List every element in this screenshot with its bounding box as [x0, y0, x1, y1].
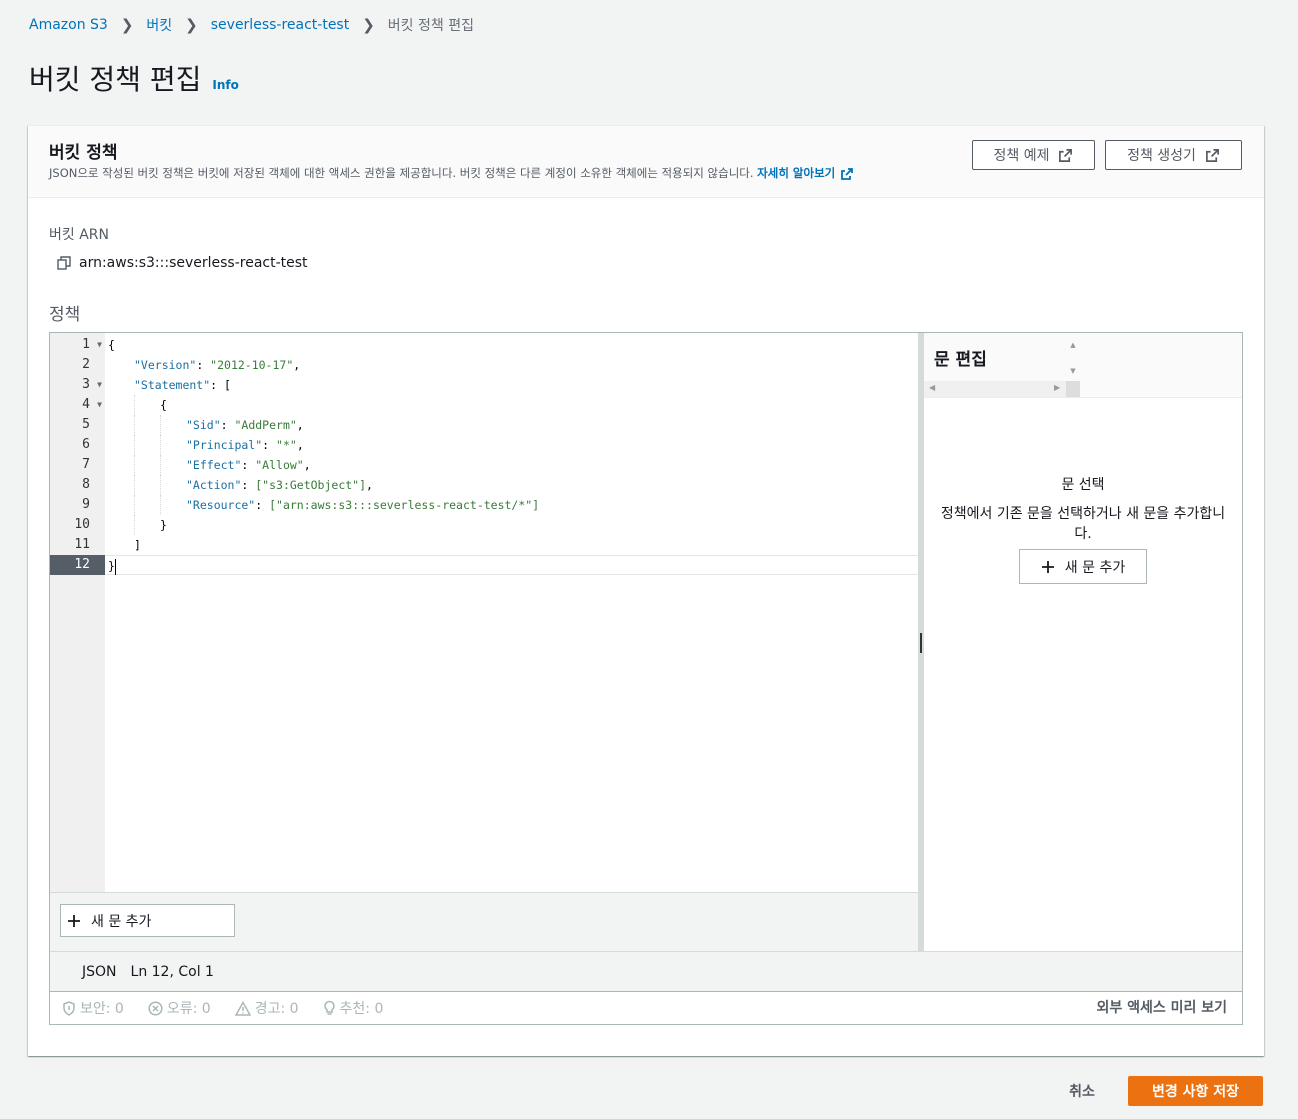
policy-editor: 1 ▼ 2 3 ▼ 4 ▼ 5 6 7 8 9 10 11 12 { "Version… [49, 332, 1243, 1025]
fold-arrow-icon: ▼ [97, 380, 102, 389]
line-number: 7 [82, 457, 90, 472]
line-number: 10 [74, 517, 90, 532]
save-changes-button[interactable]: 변경 사항 저장 [1128, 1076, 1263, 1106]
statement-editor-header: 문 편집 ▲ ▼ ◀ ▶ [924, 333, 1242, 398]
policy-generator-button[interactable]: 정책 생성기 [1105, 140, 1242, 170]
side-add-statement-button[interactable]: 새 문 추가 [1019, 549, 1147, 584]
code-line: { [105, 395, 918, 415]
bucket-policy-card: 버킷 정책 JSON으로 작성된 버킷 정책은 버킷에 저장된 객체에 대한 액… [28, 125, 1264, 1056]
code-line: "Statement": [ [134, 378, 231, 392]
bucket-arn: arn:aws:s3:::severless-react-test [57, 255, 308, 271]
policy-examples-button[interactable]: 정책 예제 [972, 140, 1095, 170]
code-line: "Version": "2012-10-17", [134, 358, 301, 372]
vertical-scrollbar[interactable]: ▲ ▼ [1066, 337, 1080, 381]
code-line: ] [134, 538, 141, 552]
card-header: 버킷 정책 JSON으로 작성된 버킷 정책은 버킷에 저장된 객체에 대한 액… [28, 126, 1264, 198]
line-number: 2 [82, 357, 90, 372]
breadcrumb-buckets[interactable]: 버킷 [146, 15, 172, 35]
breadcrumb: Amazon S3 ❯ 버킷 ❯ severless-react-test ❯ … [29, 14, 474, 36]
fold-arrow-icon: ▼ [97, 340, 102, 349]
select-statement-title: 문 선택 [1061, 477, 1105, 493]
page-title-text: 버킷 정책 편집 [29, 63, 202, 96]
warning-icon [234, 1000, 251, 1016]
card-title: 버킷 정책 [49, 143, 118, 163]
breadcrumb-current: 버킷 정책 편집 [387, 18, 474, 34]
editor-mode: JSON [82, 963, 117, 980]
copy-icon[interactable] [57, 256, 71, 270]
error-icon [148, 1000, 163, 1016]
select-statement-description: 정책에서 기존 문을 선택하거나 새 문을 추가합니다. [940, 506, 1226, 542]
line-number: 9 [82, 497, 90, 512]
lightbulb-icon [323, 1000, 335, 1015]
chevron-right-icon: ❯ [120, 16, 134, 34]
code-line: "Principal": "*", [105, 435, 918, 455]
external-link-icon [841, 167, 854, 180]
external-link-icon [1059, 148, 1073, 162]
scroll-right-icon: ▶ [1054, 383, 1061, 392]
breadcrumb-amazon-s3[interactable]: Amazon S3 [29, 17, 108, 33]
policy-checks: 보안: 0 오류: 0 경고: 0 추천: 0 [62, 998, 383, 1018]
code-line: "Action": ["s3:GetObject"], [105, 475, 918, 495]
cancel-button[interactable]: 취소 [1050, 1076, 1114, 1106]
learn-more-link[interactable]: 자세히 알아보기 [757, 166, 855, 180]
policy-checks-bar: 보안: 0 오류: 0 경고: 0 추천: 0 외부 액세스 미리 보기 [50, 991, 1242, 1024]
external-link-icon [1205, 148, 1219, 162]
shield-icon [63, 1000, 75, 1016]
scroll-up-icon: ▲ [1070, 341, 1076, 349]
text-cursor [114, 558, 116, 575]
code-line: "Resource": ["arn:aws:s3:::severless-rea… [105, 495, 918, 515]
code-line: { [108, 338, 115, 352]
code-line: "Sid": "AddPerm", [105, 415, 918, 435]
security-count[interactable]: 보안: 0 [62, 998, 124, 1018]
line-number: 5 [82, 417, 90, 432]
suggestion-count[interactable]: 추천: 0 [323, 998, 383, 1018]
code-line-active: } [105, 555, 918, 575]
horizontal-scrollbar[interactable]: ◀ ▶ [924, 381, 1080, 397]
breadcrumb-bucket[interactable]: severless-react-test [211, 17, 349, 33]
card-description-text: JSON으로 작성된 버킷 정책은 버킷에 저장된 객체에 대한 액세스 권한을… [49, 166, 754, 180]
preview-external-access-link[interactable]: 외부 액세스 미리 보기 [1096, 997, 1227, 1017]
splitter-handle[interactable] [920, 633, 922, 653]
line-number: 1 ▼ [50, 335, 105, 355]
chevron-right-icon: ❯ [185, 16, 198, 34]
plus-icon [1041, 560, 1054, 573]
code-editor-footer: 새 문 추가 [50, 892, 918, 951]
code-editor[interactable]: 1 ▼ 2 3 ▼ 4 ▼ 5 6 7 8 9 10 11 12 { "Version… [50, 333, 918, 892]
scroll-left-icon: ◀ [929, 383, 936, 392]
line-number: 3 ▼ [50, 375, 105, 395]
policy-label: 정책 [49, 305, 81, 325]
line-number: 11 [74, 537, 90, 552]
plus-icon [68, 914, 80, 927]
code-line: } [105, 515, 918, 535]
line-number: 8 [82, 477, 90, 492]
editor-status-bar: JSON Ln 12, Col 1 [50, 951, 1242, 991]
chevron-right-icon: ❯ [362, 16, 375, 34]
statement-editor-title: 문 편집 [934, 350, 987, 370]
bucket-arn-label: 버킷 ARN [49, 227, 109, 243]
add-statement-button[interactable]: 새 문 추가 [60, 904, 235, 937]
card-description: JSON으로 작성된 버킷 정책은 버킷에 저장된 객체에 대한 액세스 권한을… [49, 165, 855, 182]
page-title: 버킷 정책 편집 Info [29, 58, 239, 98]
line-number: 4 ▼ [50, 395, 105, 415]
cursor-position: Ln 12, Col 1 [130, 963, 214, 980]
bucket-arn-value: arn:aws:s3:::severless-react-test [79, 255, 308, 271]
info-link[interactable]: Info [212, 78, 238, 92]
fold-arrow-icon: ▼ [97, 400, 102, 409]
line-number-active: 12 [50, 555, 105, 575]
code-line: "Effect": "Allow", [105, 455, 918, 475]
scroll-down-icon: ▼ [1070, 367, 1076, 375]
warning-count[interactable]: 경고: 0 [234, 998, 299, 1018]
statement-editor-panel: 문 편집 ▲ ▼ ◀ ▶ 문 선택 정책에서 기존 문을 선택하거나 새 문을 … [924, 333, 1242, 951]
line-number: 6 [82, 437, 90, 452]
error-count[interactable]: 오류: 0 [148, 998, 211, 1018]
